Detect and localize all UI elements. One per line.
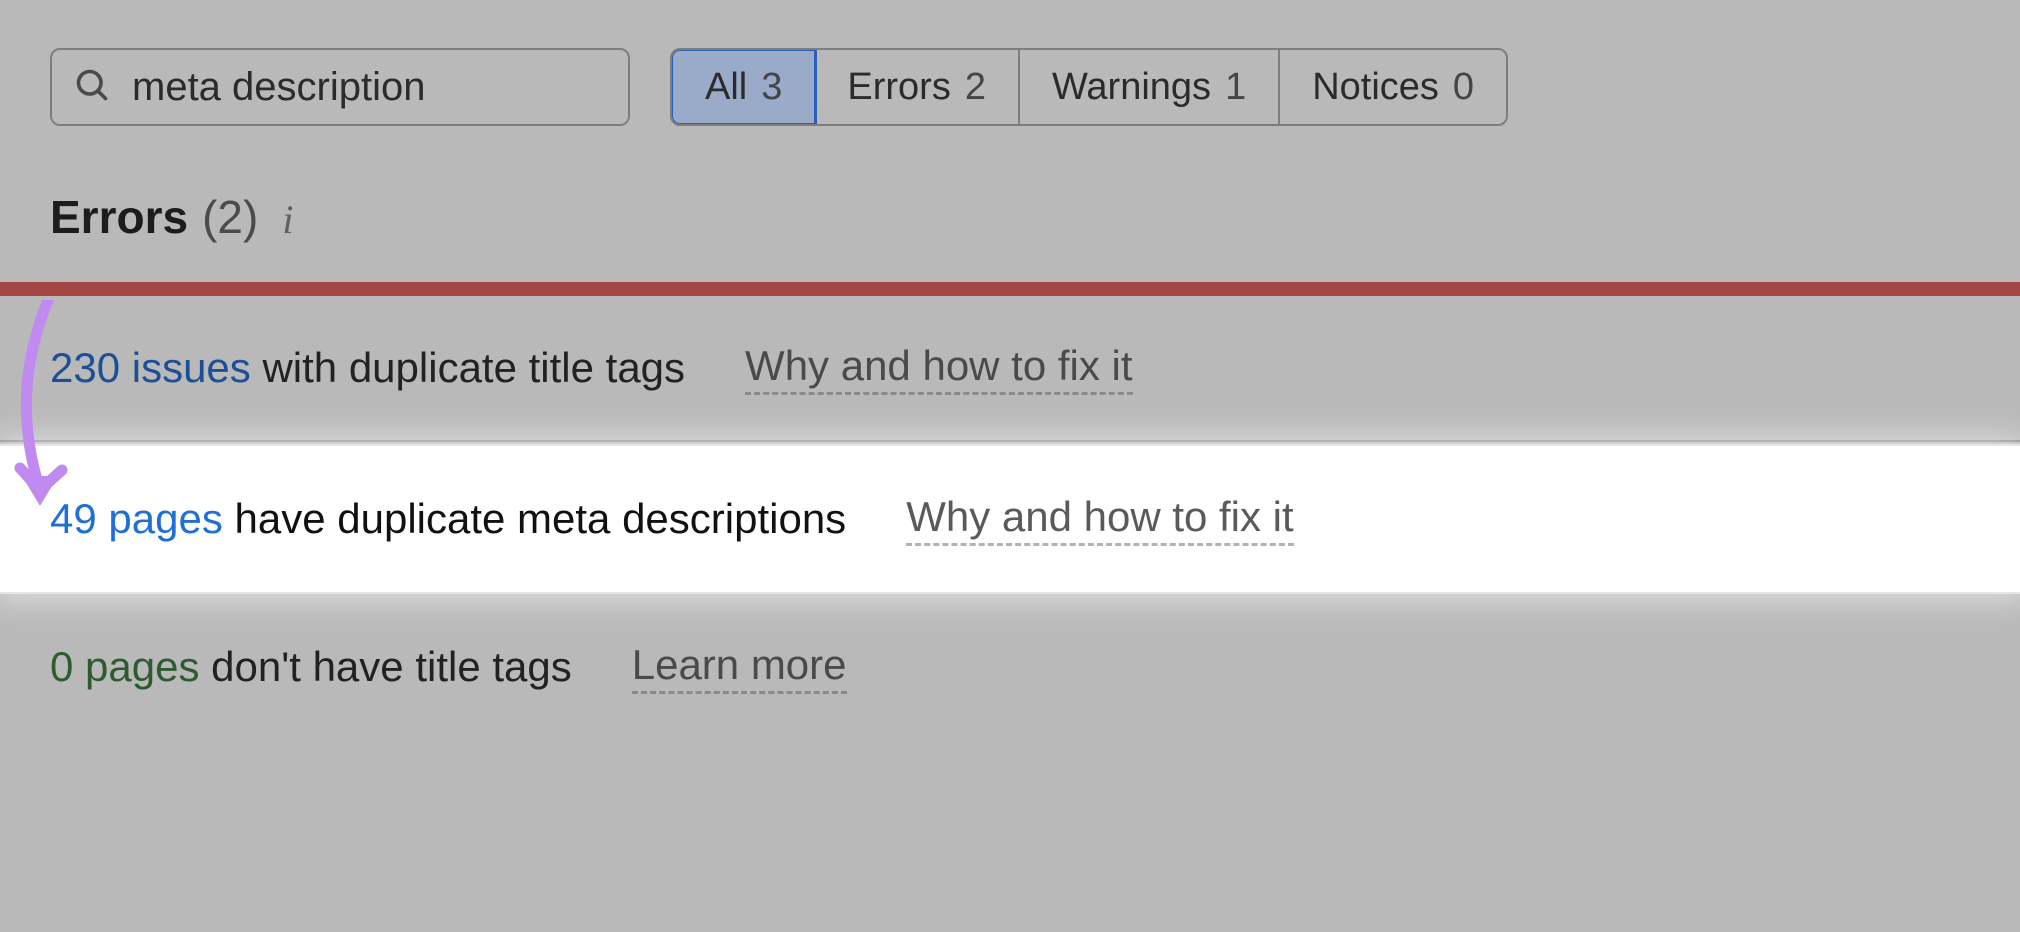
tab-count: 3 bbox=[761, 66, 782, 109]
tab-label: Errors bbox=[847, 66, 950, 109]
info-icon[interactable]: i bbox=[282, 196, 293, 243]
search-input[interactable] bbox=[132, 65, 647, 110]
issue-count-link[interactable]: 0 pages bbox=[50, 643, 199, 690]
issue-text: don't have title tags bbox=[211, 643, 572, 690]
tab-count: 2 bbox=[965, 66, 986, 109]
fix-link[interactable]: Learn more bbox=[632, 641, 847, 694]
issue-row: 230 issues with duplicate title tags Why… bbox=[0, 296, 2020, 442]
search-box[interactable] bbox=[50, 48, 630, 126]
tab-errors[interactable]: Errors 2 bbox=[815, 50, 1020, 124]
fix-link[interactable]: Why and how to fix it bbox=[906, 493, 1294, 546]
search-icon bbox=[74, 67, 110, 108]
issue-text: have duplicate meta descriptions bbox=[235, 495, 847, 542]
issue-text: with duplicate title tags bbox=[262, 344, 685, 391]
issue-count-link[interactable]: 49 pages bbox=[50, 495, 223, 542]
filter-tabs: All 3 Errors 2 Warnings 1 Notices 0 bbox=[670, 48, 1508, 126]
tab-all[interactable]: All 3 bbox=[670, 48, 817, 126]
section-heading: Errors (2) i bbox=[50, 190, 293, 244]
tab-notices[interactable]: Notices 0 bbox=[1280, 50, 1506, 124]
tab-count: 1 bbox=[1225, 66, 1246, 109]
issue-row-highlighted: 49 pages have duplicate meta description… bbox=[0, 444, 2020, 594]
section-count: (2) bbox=[202, 190, 258, 244]
tab-warnings[interactable]: Warnings 1 bbox=[1020, 50, 1280, 124]
filter-row: All 3 Errors 2 Warnings 1 Notices 0 bbox=[50, 48, 1970, 126]
tab-label: Warnings bbox=[1052, 66, 1211, 109]
tab-label: Notices bbox=[1312, 66, 1439, 109]
issues-panel: All 3 Errors 2 Warnings 1 Notices 0 Erro… bbox=[0, 0, 2020, 932]
issue-row: 0 pages don't have title tags Learn more bbox=[0, 594, 2020, 740]
tab-count: 0 bbox=[1453, 66, 1474, 109]
section-title: Errors bbox=[50, 190, 188, 244]
tab-label: All bbox=[705, 66, 747, 109]
fix-link[interactable]: Why and how to fix it bbox=[745, 342, 1133, 395]
issue-count-link[interactable]: 230 issues bbox=[50, 344, 251, 391]
error-divider bbox=[0, 282, 2020, 296]
